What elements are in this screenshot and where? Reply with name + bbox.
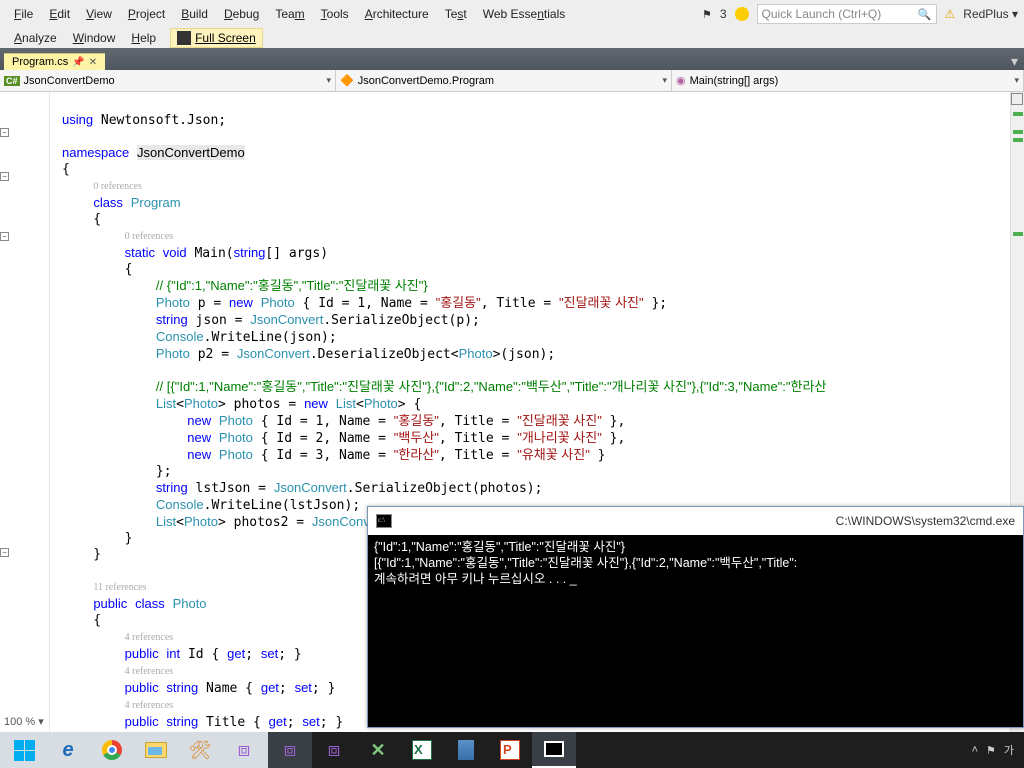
menu-team[interactable]: Team (267, 5, 312, 23)
taskbar-notepad[interactable] (444, 732, 488, 768)
notification-flag-icon[interactable]: ⚑ (702, 8, 712, 21)
taskbar-vs-1[interactable]: ⧈ (268, 732, 312, 768)
quick-launch-placeholder: Quick Launch (Ctrl+Q) (762, 7, 882, 21)
fold-icon[interactable]: − (0, 232, 9, 241)
taskbar-vs-2[interactable]: ⧈ (312, 732, 356, 768)
menu-architecture[interactable]: Architecture (357, 5, 437, 23)
menu-tools[interactable]: Tools (313, 5, 357, 23)
taskbar-vscode[interactable]: ✕ (356, 732, 400, 768)
close-tab-icon[interactable]: ✕ (89, 57, 97, 68)
menu-file[interactable]: File (6, 5, 41, 23)
menu-build[interactable]: Build (173, 5, 216, 23)
menu-edit[interactable]: Edit (41, 5, 78, 23)
nav-namespace-dropdown[interactable]: C# JsonConvertDemo ▾ (0, 70, 336, 91)
tab-label: Program.cs (12, 56, 68, 68)
fullscreen-icon (177, 31, 191, 45)
nav-method-dropdown[interactable]: ◉ Main(string[] args) ▾ (672, 70, 1024, 91)
menu-analyze[interactable]: Analyze (6, 29, 65, 47)
tab-dropdown-icon[interactable]: ▾ (1005, 53, 1024, 70)
menu-view[interactable]: View (78, 5, 120, 23)
fold-icon[interactable]: − (0, 172, 9, 181)
navigation-bar: C# JsonConvertDemo ▾ 🔶 JsonConvertDemo.P… (0, 70, 1024, 92)
start-button[interactable] (2, 732, 46, 768)
console-titlebar[interactable]: C:\WINDOWS\system32\cmd.exe (368, 507, 1023, 535)
menu-bar: File Edit View Project Build Debug Team … (0, 0, 1024, 48)
chevron-down-icon: ▾ (326, 75, 331, 86)
taskbar: e 🛠 ⧈ ⧈ ⧈ ✕ ˄ ⚑ 가 (0, 732, 1024, 768)
nav-class-label: JsonConvertDemo.Program (358, 75, 494, 87)
notification-count: 3 (720, 7, 727, 21)
editor-gutter: − − − − (0, 92, 50, 746)
taskbar-vs-light[interactable]: ⧈ (222, 732, 266, 768)
menu-window[interactable]: Window (65, 29, 124, 47)
taskbar-explorer[interactable] (134, 732, 178, 768)
tray-flag-icon[interactable]: ⚑ (986, 744, 996, 757)
console-output: {"Id":1,"Name":"홍길동","Title":"진달래꽃 사진"} … (368, 535, 1023, 591)
class-icon: 🔶 (340, 74, 354, 87)
document-tab-bar: Program.cs 📌 ✕ ▾ (0, 48, 1024, 70)
method-icon: ◉ (676, 74, 686, 87)
taskbar-ie[interactable]: e (46, 732, 90, 768)
user-account[interactable]: RedPlus ▾ (963, 7, 1018, 21)
chevron-down-icon: ▾ (1014, 75, 1019, 86)
taskbar-tools[interactable]: 🛠 (178, 732, 222, 768)
taskbar-excel[interactable] (400, 732, 444, 768)
console-title-text: C:\WINDOWS\system32\cmd.exe (836, 514, 1015, 528)
cmd-icon (376, 514, 392, 528)
nav-method-label: Main(string[] args) (690, 75, 779, 87)
menu-project[interactable]: Project (120, 5, 173, 23)
nav-class-dropdown[interactable]: 🔶 JsonConvertDemo.Program ▾ (336, 70, 672, 91)
zoom-level[interactable]: 100 % ▾ (4, 715, 44, 728)
fold-icon[interactable]: − (0, 548, 9, 557)
file-tab-program-cs[interactable]: Program.cs 📌 ✕ (4, 53, 105, 70)
nav-namespace-label: JsonConvertDemo (24, 75, 115, 87)
split-editor-icon[interactable] (1011, 93, 1023, 105)
taskbar-cmd[interactable] (532, 732, 576, 768)
warning-icon[interactable]: ⚠ (945, 7, 956, 21)
csharp-icon: C# (4, 76, 20, 86)
console-window[interactable]: C:\WINDOWS\system32\cmd.exe {"Id":1,"Nam… (367, 506, 1024, 728)
taskbar-chrome[interactable] (90, 732, 134, 768)
taskbar-powerpoint[interactable] (488, 732, 532, 768)
quick-launch-input[interactable]: Quick Launch (Ctrl+Q) 🔍 (757, 4, 937, 24)
chevron-down-icon: ▾ (662, 75, 667, 86)
full-screen-button[interactable]: Full Screen (170, 28, 263, 48)
tray-chevron-icon[interactable]: ˄ (972, 744, 978, 756)
menu-test[interactable]: Test (437, 5, 475, 23)
menu-webessentials[interactable]: Web Essentials (475, 5, 574, 23)
feedback-smiley-icon[interactable] (735, 7, 749, 21)
menu-help[interactable]: Help (123, 29, 164, 47)
pin-icon[interactable]: 📌 (72, 57, 84, 68)
fold-icon[interactable]: − (0, 128, 9, 137)
search-icon: 🔍 (918, 8, 932, 21)
menu-debug[interactable]: Debug (216, 5, 267, 23)
ime-indicator[interactable]: 가 (1004, 742, 1014, 758)
